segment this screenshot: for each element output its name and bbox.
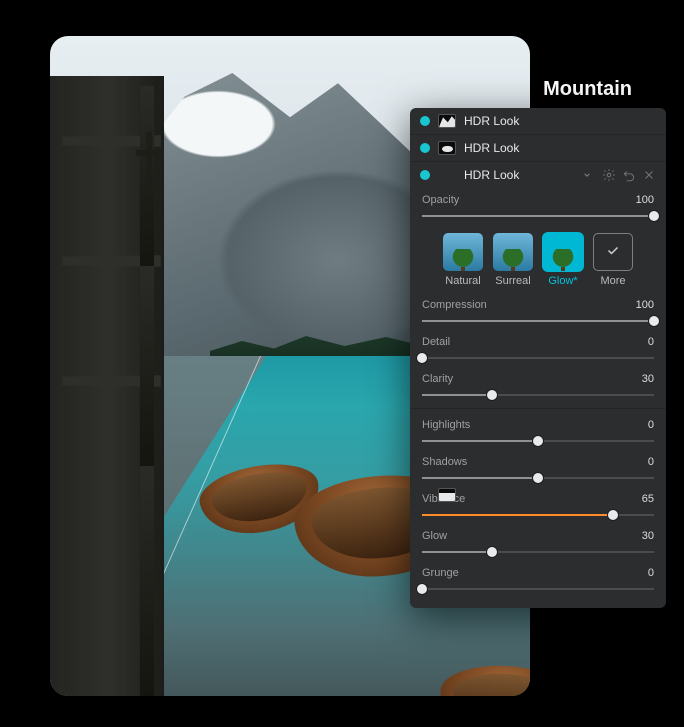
layer-name: HDR Look xyxy=(464,168,572,182)
slider-grunge: Grunge 0 xyxy=(410,561,666,598)
presets-row: Natural Surreal Glow* More xyxy=(410,225,666,293)
annotation-mountain: Mountain xyxy=(543,78,632,101)
mask-thumbnail[interactable] xyxy=(438,488,456,502)
slider-label: Glow xyxy=(422,530,447,542)
slider-thumb[interactable] xyxy=(487,547,497,557)
preset-more[interactable]: More xyxy=(593,233,633,287)
preset-surreal[interactable]: Surreal xyxy=(493,233,533,287)
slider-clarity: Clarity 30 xyxy=(410,367,666,404)
slider-value: 0 xyxy=(648,419,654,431)
stage: Mountain ↙ Boats ↙ Water ↙ HDR LookHDR L… xyxy=(0,0,684,727)
slider-label: Clarity xyxy=(422,373,453,385)
cross-sign xyxy=(136,132,162,196)
slider-thumb[interactable] xyxy=(649,211,659,221)
slider-value: 100 xyxy=(636,194,654,206)
slider-highlights: Highlights 0 xyxy=(410,413,666,450)
slider-label: Grunge xyxy=(422,567,459,579)
slider-track[interactable] xyxy=(422,434,654,448)
mask-thumbnail[interactable] xyxy=(438,114,456,128)
visibility-toggle[interactable] xyxy=(420,143,430,153)
slider-thumb[interactable] xyxy=(533,436,543,446)
preset-label: Glow* xyxy=(548,275,577,287)
dock-post xyxy=(140,466,154,696)
slider-label: Shadows xyxy=(422,456,467,468)
layer-name: HDR Look xyxy=(464,114,594,128)
slider-glow: Glow 30 xyxy=(410,524,666,561)
slider-value: 65 xyxy=(642,493,654,505)
slider-detail: Detail 0 xyxy=(410,330,666,367)
mask-thumbnail[interactable] xyxy=(438,141,456,155)
visibility-toggle[interactable] xyxy=(420,116,430,126)
slider-track[interactable] xyxy=(422,582,654,596)
adjustments-panel: HDR Look HDR Look HDR Look Opacity 100 Natu… xyxy=(410,108,666,608)
divider xyxy=(410,408,666,409)
slider-label: Highlights xyxy=(422,419,470,431)
slider-value: 0 xyxy=(648,336,654,348)
slider-label: Opacity xyxy=(422,194,459,206)
preset-glow[interactable]: Glow* xyxy=(543,233,583,287)
slider-opacity: Opacity 100 xyxy=(410,188,666,225)
layers-list: HDR Look HDR Look HDR Look xyxy=(410,108,666,188)
visibility-toggle[interactable] xyxy=(420,170,430,180)
slider-thumb[interactable] xyxy=(649,316,659,326)
preset-label: More xyxy=(600,275,625,287)
slider-compression: Compression 100 xyxy=(410,293,666,330)
slider-label: Compression xyxy=(422,299,487,311)
layer-name: HDR Look xyxy=(464,141,594,155)
slider-track[interactable] xyxy=(422,388,654,402)
preset-label: Natural xyxy=(445,275,480,287)
slider-value: 30 xyxy=(642,530,654,542)
slider-label: Detail xyxy=(422,336,450,348)
slider-track[interactable] xyxy=(422,351,654,365)
reset-icon[interactable] xyxy=(622,168,636,182)
slider-thumb[interactable] xyxy=(533,473,543,483)
preset-thumbnail xyxy=(543,233,583,271)
layer-row[interactable]: HDR Look xyxy=(410,108,666,135)
slider-track[interactable] xyxy=(422,209,654,223)
slider-value: 100 xyxy=(636,299,654,311)
slider-track[interactable] xyxy=(422,545,654,559)
slider-thumb[interactable] xyxy=(417,353,427,363)
dock-post xyxy=(140,266,154,466)
slider-value: 0 xyxy=(648,567,654,579)
slider-track[interactable] xyxy=(422,314,654,328)
preset-natural[interactable]: Natural xyxy=(443,233,483,287)
slider-thumb[interactable] xyxy=(608,510,618,520)
slider-value: 0 xyxy=(648,456,654,468)
preset-thumbnail xyxy=(443,233,483,271)
layer-row[interactable]: HDR Look xyxy=(410,162,666,188)
chevron-down-icon[interactable] xyxy=(580,168,594,182)
preset-label: Surreal xyxy=(495,275,530,287)
preset-thumbnail xyxy=(493,233,533,271)
slider-value: 30 xyxy=(642,373,654,385)
slider-thumb[interactable] xyxy=(487,390,497,400)
more-icon xyxy=(593,233,633,271)
gear-icon[interactable] xyxy=(602,168,616,182)
close-icon[interactable] xyxy=(642,168,656,182)
slider-thumb[interactable] xyxy=(417,584,427,594)
slider-track[interactable] xyxy=(422,508,654,522)
layer-row[interactable]: HDR Look xyxy=(410,135,666,162)
slider-shadows: Shadows 0 xyxy=(410,450,666,487)
slider-track[interactable] xyxy=(422,471,654,485)
